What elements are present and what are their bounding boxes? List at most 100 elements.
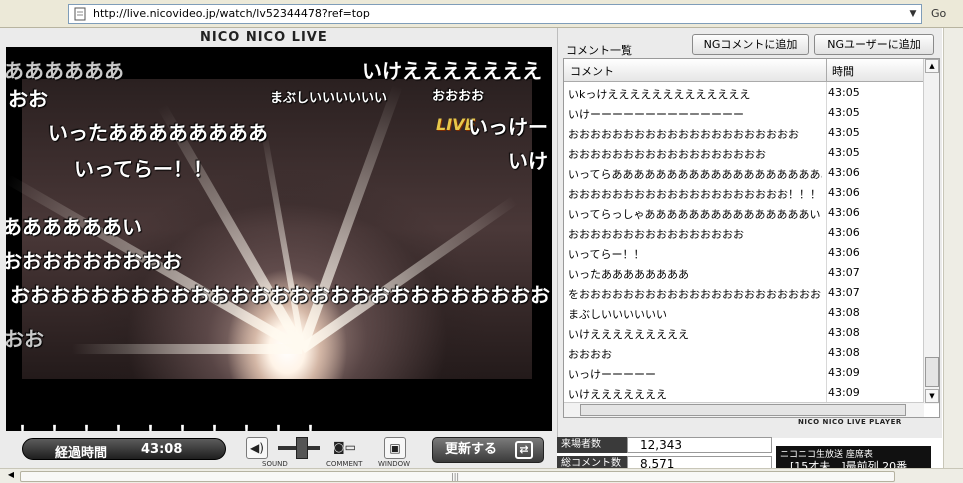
page-horizontal-scrollbar[interactable]: ◀ ||| (0, 468, 963, 483)
comment-cell: いけえええええええええ (568, 328, 689, 341)
scroll-thumb[interactable] (580, 404, 906, 416)
ng-comment-button[interactable]: NGコメントに追加 (692, 34, 809, 55)
table-row[interactable]: おおおおおおおおおおおおおおおお 43:06 (564, 223, 926, 243)
go-button[interactable]: Go (927, 5, 961, 23)
sound-button[interactable]: ◀) (246, 437, 268, 459)
comment-panel: コメント一覧 NGコメントに追加 NGユーザーに追加 コメント 時間 いkっけえ… (557, 28, 942, 438)
overlay-comment: おお (6, 327, 44, 351)
visitors-row: 来場者数 12,343 (557, 437, 772, 453)
comment-cell: いったああああああああ (568, 268, 689, 281)
comment-table: コメント 時間 いkっけえええええええええええええ 43:05 いけーーーーーーー… (563, 58, 940, 418)
comment-cell: おおおおおおおおおおおおおおおおおお (568, 148, 766, 161)
time-cell: 43:05 (828, 126, 860, 139)
grip-icon: ||| (451, 472, 460, 481)
table-row[interactable]: いったああああああああ 43:07 (564, 263, 926, 283)
time-cell: 43:07 (828, 266, 860, 279)
overlay-comment: いけえええええええ (362, 59, 542, 83)
column-header-comment[interactable]: コメント (570, 63, 614, 79)
table-row[interactable]: いってらああああああああああああああああああああああああ 43:06 (564, 163, 926, 183)
comment-icon: ◙▭ (333, 440, 356, 454)
table-row[interactable]: おおおお 43:08 (564, 343, 926, 363)
time-cell: 43:09 (828, 366, 860, 379)
time-cell: 43:06 (828, 206, 860, 219)
comment-horizontal-scrollbar[interactable] (564, 402, 924, 417)
time-cell: 43:07 (828, 286, 860, 299)
time-cell: 43:06 (828, 246, 860, 259)
go-label: Go (931, 7, 947, 20)
time-cell: 43:09 (828, 386, 860, 399)
time-cell: 43:08 (828, 326, 860, 339)
comment-vertical-scrollbar[interactable]: ▲ ▼ (923, 59, 939, 404)
comment-cell: おおおおおおおおおおおおおおおおおおおお！！！ (568, 188, 821, 201)
table-row[interactable]: いけーーーーーーーーーーーーーー 43:05 (564, 103, 926, 123)
table-row[interactable]: おおおおおおおおおおおおおおおおおおおおお 43:05 (564, 123, 926, 143)
scroll-down-icon[interactable]: ▼ (925, 389, 939, 403)
time-cell: 43:05 (828, 146, 860, 159)
overlay-comment: いったああああああああ (48, 121, 268, 145)
overlay-comment: おおおおおおおおお (6, 249, 182, 273)
visitors-label: 来場者数 (557, 437, 627, 453)
overlay-comment: ああああああい (6, 215, 142, 239)
scroll-up-icon[interactable]: ▲ (925, 59, 939, 73)
elapsed-time-bar: 経過時間 43:08 (22, 438, 226, 461)
volume-knob[interactable] (296, 437, 308, 459)
comment-cell: いけーーーーーーーーーーーーーー (568, 108, 744, 121)
scroll-thumb[interactable] (925, 357, 939, 387)
overlay-comment: ああああああ (6, 59, 124, 83)
table-row[interactable]: いっけーーーーー 43:09 (564, 363, 926, 383)
overlay-comment: いってらー！！ (74, 157, 213, 181)
table-row[interactable]: いけえええええええ 43:09 (564, 383, 926, 403)
sound-label: SOUND (262, 460, 288, 468)
scroll-left-icon[interactable]: ◀ (4, 470, 18, 483)
overlay-comment: おお (8, 87, 48, 111)
comment-cell: おおおお (568, 348, 612, 361)
video-frame[interactable]: LIVE ああああああ おお いけえええええええ まぶしいいいいいい おおおお … (6, 47, 552, 431)
url-field[interactable]: http://live.nicovideo.jp/watch/lv5234447… (68, 4, 922, 24)
table-row[interactable]: いkっけえええええええええええええ 43:05 (564, 83, 926, 103)
refresh-button[interactable]: 更新する ⇄ (432, 437, 544, 463)
table-header: コメント 時間 (564, 59, 924, 82)
player-controls: 経過時間 43:08 ◀) SOUND ◙▭ COMMENT ▣ WINDOW … (0, 433, 557, 468)
page-vertical-scrollbar[interactable] (943, 28, 963, 468)
refresh-label: 更新する (445, 442, 498, 457)
comment-rows: いkっけえええええええええええええ 43:05 いけーーーーーーーーーーーーーー 4… (564, 83, 926, 403)
comment-cell: いってらっしゃあああああああああああああああい (568, 208, 821, 221)
table-row[interactable]: おおおおおおおおおおおおおおおおおおおお！！！ 43:06 (564, 183, 926, 203)
time-cell: 43:08 (828, 346, 860, 359)
overlay-comment: おおおおおおおおおおおおおおおおおおおおおおおおおおお (10, 283, 550, 307)
nico-live-logo: NICO NICO LIVE (200, 30, 328, 45)
column-header-time[interactable]: 時間 (832, 63, 854, 79)
player-footer-logo: NICO NICO LIVE PLAYER (798, 418, 902, 426)
table-row[interactable]: いけえええええええええ 43:08 (564, 323, 926, 343)
time-cell: 43:06 (828, 226, 860, 239)
comment-toggle-button[interactable]: ◙▭ (333, 437, 356, 459)
comment-cell: いっけーーーーー (568, 368, 656, 381)
comment-cell: をおおおおおおおおおおおおおおおおおおおおおおお (568, 288, 822, 301)
comment-cell: おおおおおおおおおおおおおおおお (568, 228, 744, 241)
overlay-comment: おおおお (432, 89, 485, 104)
window-button[interactable]: ▣ (384, 437, 406, 459)
window-icon: ▣ (389, 441, 401, 455)
ng-user-button[interactable]: NGユーザーに追加 (814, 34, 934, 55)
light-ray (72, 344, 302, 354)
overlay-comment: まぶしいいいいいい (270, 91, 388, 106)
table-row[interactable]: をおおおおおおおおおおおおおおおおおおおおおおお 43:07 (564, 283, 926, 303)
time-cell: 43:06 (828, 186, 860, 199)
video-player: NICO NICO LIVE LIVE ああああああ おお いけえええええええ … (0, 28, 557, 468)
chevron-down-icon[interactable]: ▼ (905, 5, 921, 23)
page-icon (74, 7, 86, 21)
table-row[interactable]: いってらー！！ 43:06 (564, 243, 926, 263)
overlay-comment: いっけー (468, 115, 548, 139)
address-bar: http://live.nicovideo.jp/watch/lv5234447… (0, 0, 963, 28)
time-cell: 43:05 (828, 86, 860, 99)
table-row[interactable]: まぶしいいいいいい 43:08 (564, 303, 926, 323)
elapsed-label: 経過時間 (55, 446, 108, 461)
table-row[interactable]: いってらっしゃあああああああああああああああい 43:06 (564, 203, 926, 223)
overlay-exclaim-row: ！！！！！！！！！！ (18, 419, 338, 431)
scroll-thumb[interactable]: ||| (20, 471, 895, 482)
comment-cell: おおおおおおおおおおおおおおおおおおおおお (568, 128, 799, 141)
table-row[interactable]: おおおおおおおおおおおおおおおおおお 43:05 (564, 143, 926, 163)
visitors-value: 12,343 (627, 437, 772, 453)
comment-cell: いってらああああああああああああああああああああああああ (568, 168, 822, 181)
comment-list-title: コメント一覧 (566, 44, 632, 57)
